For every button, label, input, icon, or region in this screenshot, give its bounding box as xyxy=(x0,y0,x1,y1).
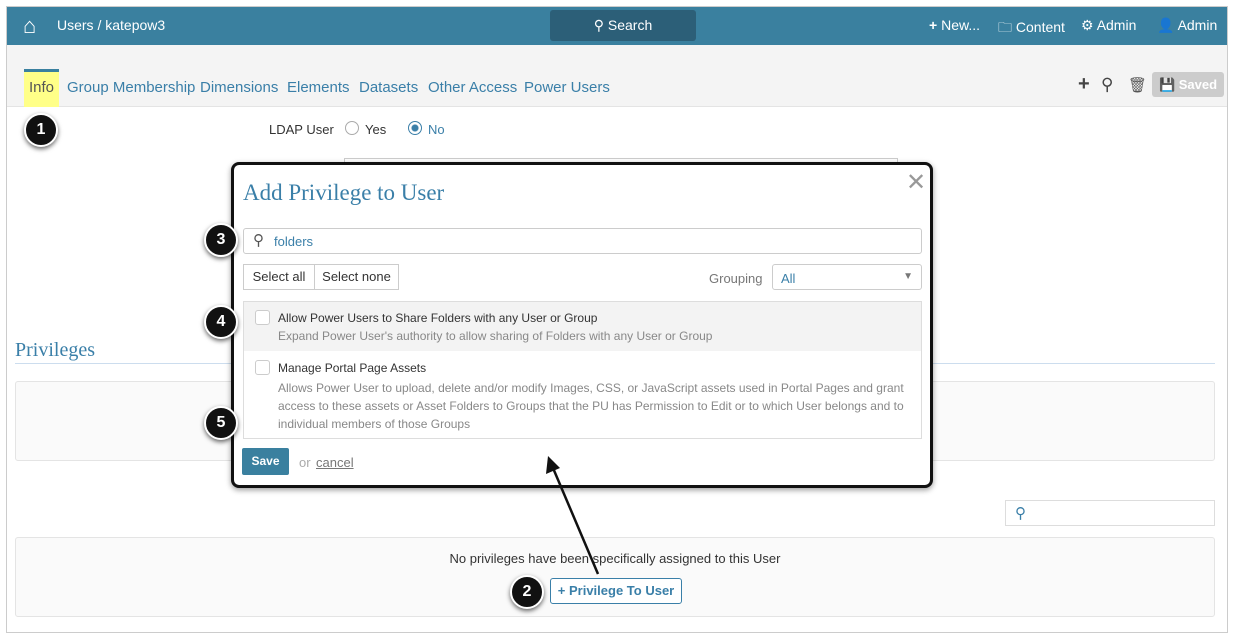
step-marker-1: 1 xyxy=(24,113,58,147)
annotation-arrow xyxy=(546,456,600,575)
step-marker-3: 3 xyxy=(204,223,238,257)
step-marker-2: 2 xyxy=(510,575,544,609)
step-marker-5: 5 xyxy=(204,406,238,440)
step-marker-4: 4 xyxy=(204,305,238,339)
